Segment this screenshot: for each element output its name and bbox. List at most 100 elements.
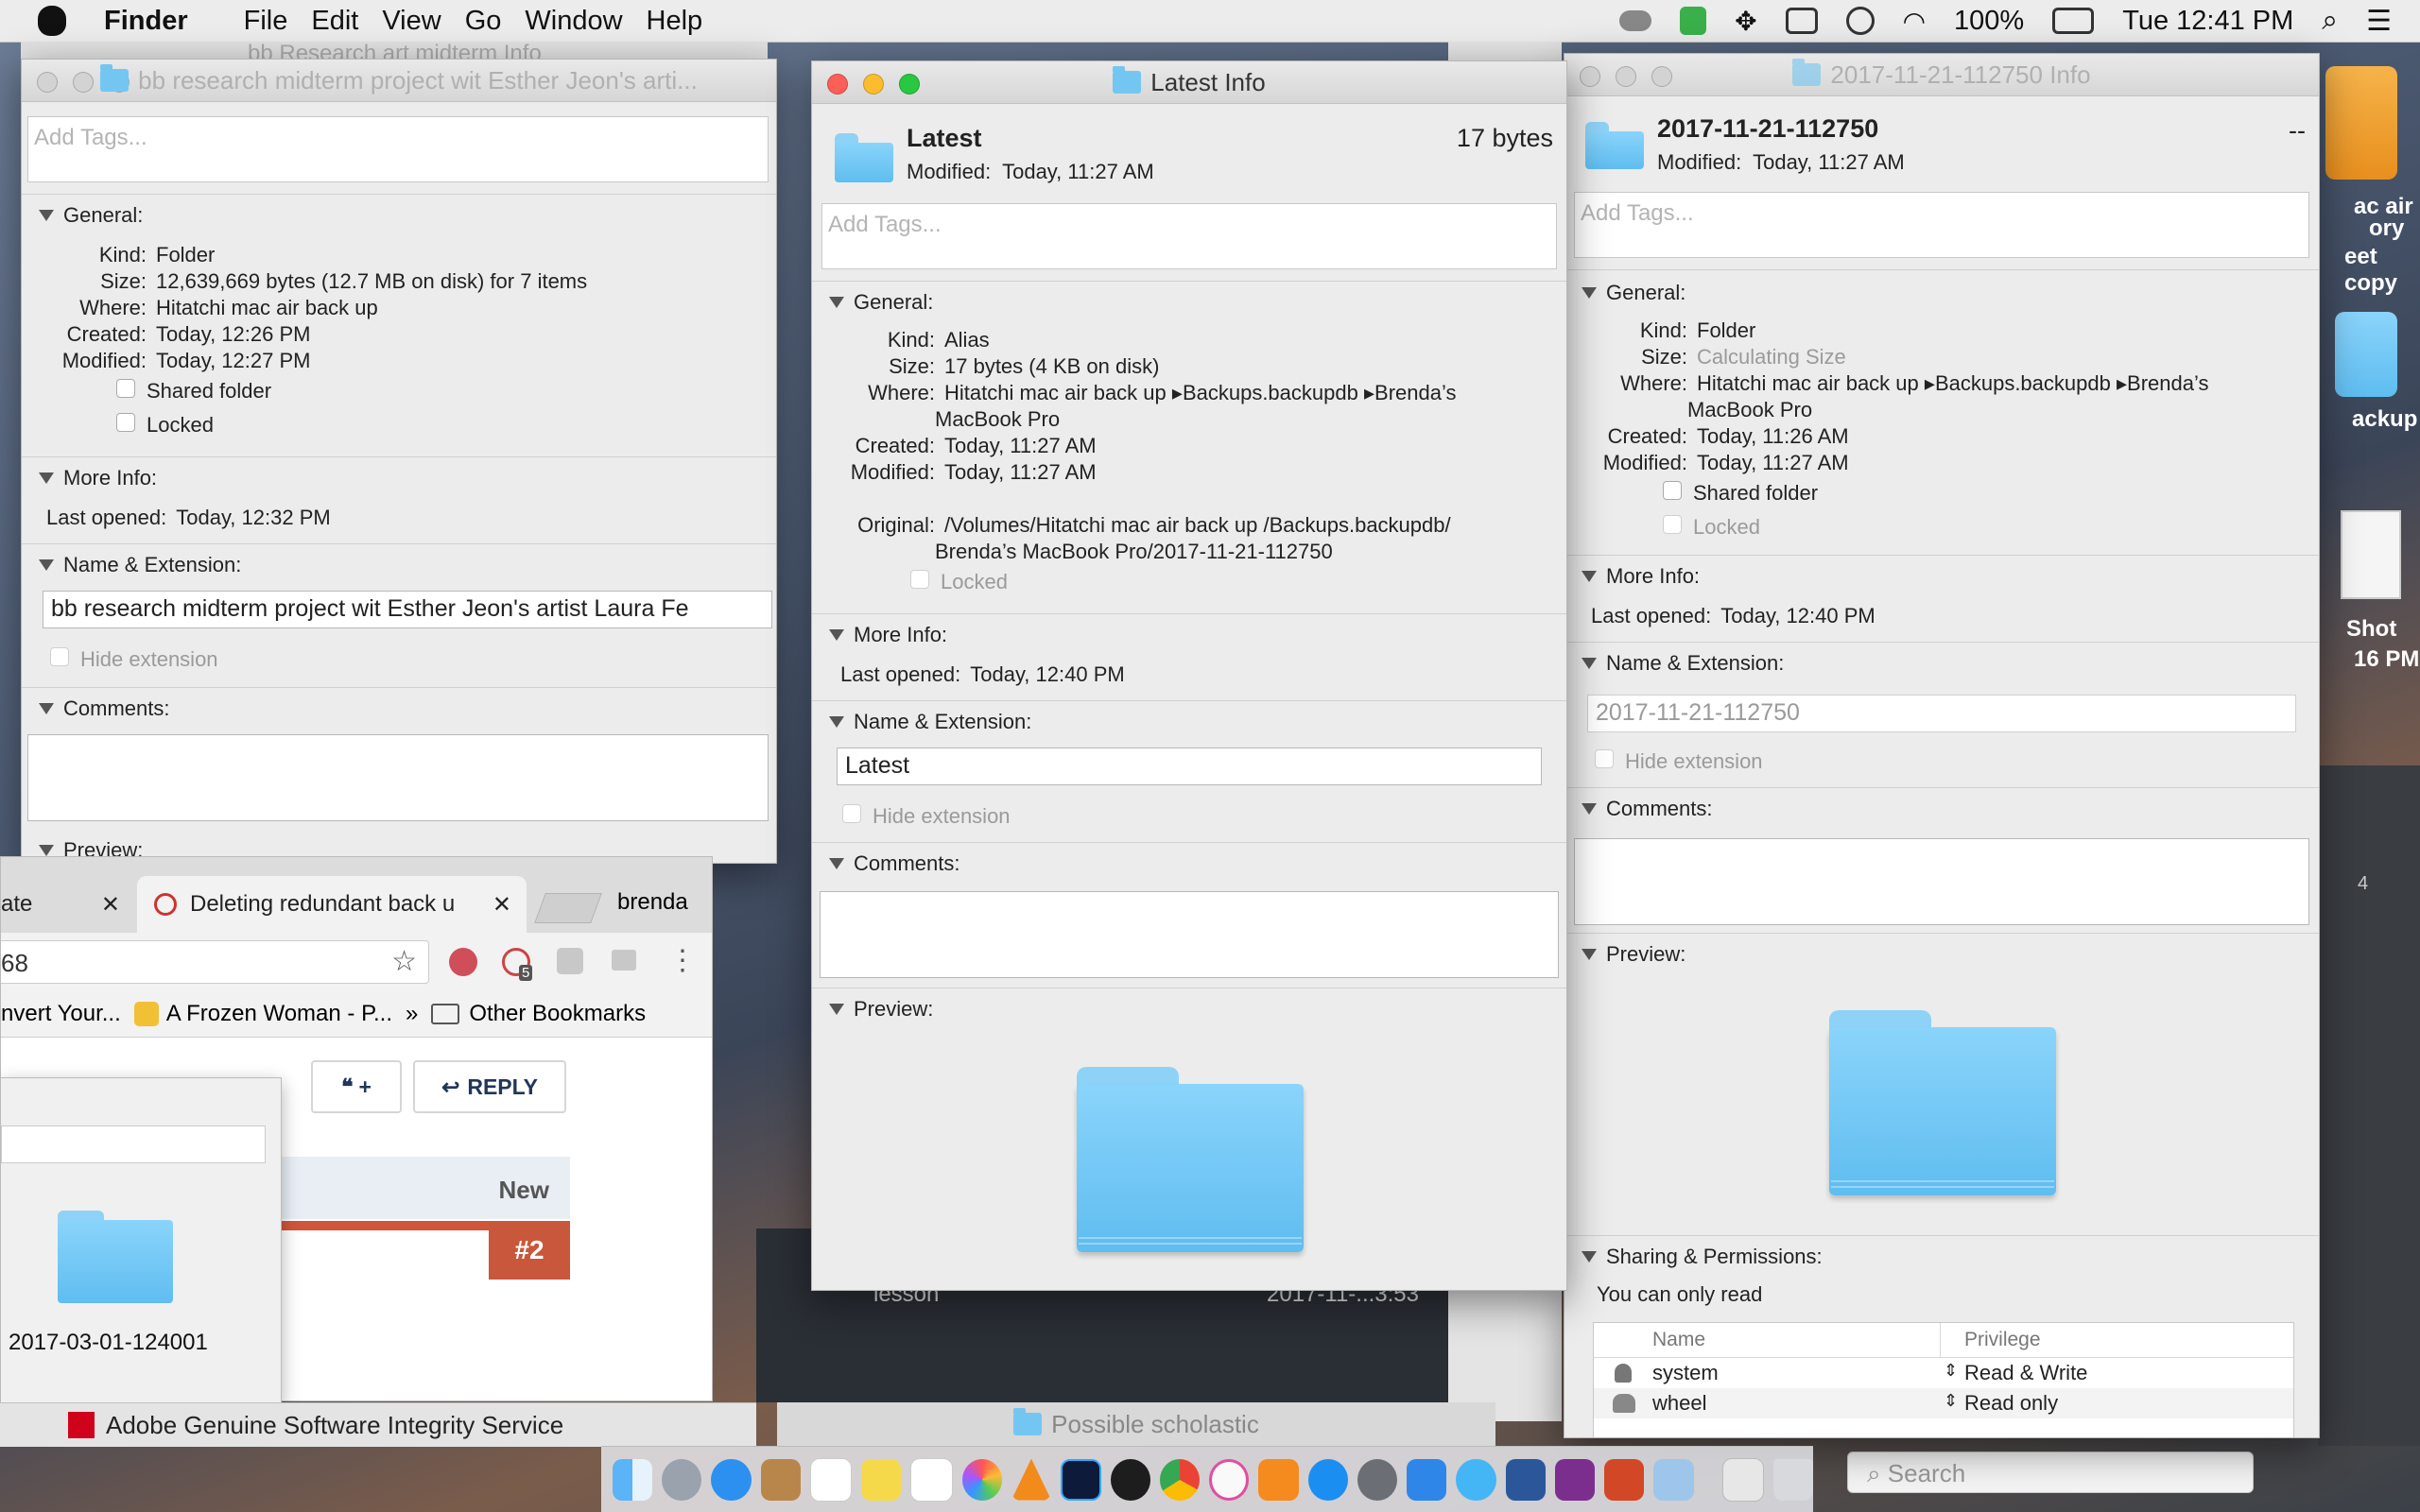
- comments-field[interactable]: [1574, 838, 2309, 925]
- comments-field[interactable]: [820, 891, 1559, 978]
- chrome-icon[interactable]: [1159, 1458, 1200, 1501]
- keynote-icon[interactable]: [1407, 1458, 1447, 1501]
- dropbox-icon[interactable]: ✥: [1735, 6, 1756, 37]
- quicktime-icon[interactable]: [1110, 1458, 1150, 1501]
- path-segment[interactable]: MacBook Pro: [935, 407, 1060, 432]
- name-field[interactable]: Latest: [837, 747, 1542, 785]
- bookmark-item[interactable]: nvert Your...: [1, 1001, 121, 1027]
- folder-item-label[interactable]: 2017-03-01-124001: [9, 1330, 208, 1356]
- spotlight-search-icon[interactable]: ⌕: [2322, 5, 2338, 37]
- launchpad-icon[interactable]: [662, 1458, 702, 1501]
- battery-icon[interactable]: [2052, 8, 2095, 34]
- finder-icon[interactable]: [613, 1458, 653, 1501]
- new-tab-button[interactable]: [534, 893, 602, 923]
- folder-icon[interactable]: [58, 1211, 173, 1303]
- disclosure-triangle-icon[interactable]: [829, 629, 844, 641]
- disclosure-triangle-icon[interactable]: [829, 297, 844, 308]
- menu-go[interactable]: Go: [465, 6, 526, 37]
- powerpoint-icon[interactable]: [1604, 1458, 1645, 1501]
- apple-menu-icon[interactable]: [38, 6, 66, 36]
- comments-section-toggle[interactable]: Comments:: [1582, 797, 1712, 821]
- shared-folder-checkbox[interactable]: Shared folder: [116, 379, 271, 404]
- preview-app-icon[interactable]: [1653, 1458, 1694, 1501]
- disclosure-triangle-icon[interactable]: [39, 472, 54, 484]
- clock[interactable]: Tue 12:41 PM: [2122, 6, 2293, 37]
- reminders-icon[interactable]: [910, 1457, 953, 1502]
- path-segment[interactable]: Brenda’s: [1374, 381, 1456, 404]
- disclosure-triangle-icon[interactable]: [829, 858, 844, 869]
- extension-icon[interactable]: [612, 950, 636, 971]
- path-segment[interactable]: Hitatchi mac air back up: [944, 381, 1167, 404]
- trash-icon[interactable]: [1772, 1458, 1814, 1501]
- bookmark-item[interactable]: A Frozen Woman - P...: [166, 1001, 392, 1027]
- disclosure-triangle-icon[interactable]: [829, 1004, 844, 1015]
- browser-tab-active[interactable]: Deleting redundant back u ✕: [137, 876, 527, 933]
- name-field[interactable]: bb research midterm project wit Esther J…: [43, 591, 772, 628]
- checkbox[interactable]: [1663, 481, 1682, 500]
- evernote-icon[interactable]: [1680, 7, 1707, 35]
- quote-button[interactable]: ❝ +: [311, 1060, 402, 1113]
- close-button[interactable]: [827, 74, 848, 94]
- onenote-icon[interactable]: [1554, 1458, 1596, 1501]
- disclosure-triangle-icon[interactable]: [39, 703, 54, 714]
- close-button[interactable]: [1580, 66, 1600, 87]
- checkbox[interactable]: [50, 647, 69, 666]
- path-segment[interactable]: Backups.backupdb: [1935, 371, 2111, 395]
- path-segment[interactable]: Brenda’s: [2127, 371, 2208, 395]
- minimize-button[interactable]: [863, 74, 884, 94]
- window-titlebar[interactable]: Latest Info: [812, 61, 1566, 104]
- photos-icon[interactable]: [961, 1458, 1002, 1501]
- tags-field[interactable]: Add Tags...: [1574, 192, 2309, 258]
- hide-extension-checkbox[interactable]: Hide extension: [842, 804, 1011, 829]
- profile-name[interactable]: brenda: [617, 889, 688, 916]
- minimize-button[interactable]: [1616, 66, 1636, 87]
- column-header-privilege[interactable]: Privilege: [1964, 1329, 2041, 1351]
- menu-app-finder[interactable]: Finder: [104, 6, 212, 37]
- calendar-icon[interactable]: [809, 1457, 853, 1502]
- disclosure-triangle-icon[interactable]: [1582, 949, 1597, 960]
- hide-extension-checkbox[interactable]: Hide extension: [1595, 749, 1763, 774]
- photoshop-icon[interactable]: [1061, 1458, 1101, 1501]
- path-segment[interactable]: MacBook Pro: [1687, 398, 1812, 422]
- bookmark-star-icon[interactable]: ☆: [391, 945, 417, 978]
- checkbox[interactable]: [1595, 749, 1614, 768]
- disclosure-triangle-icon[interactable]: [1582, 1251, 1597, 1263]
- tags-field[interactable]: Add Tags...: [821, 203, 1557, 269]
- reply-button[interactable]: ↩ REPLY: [413, 1060, 566, 1113]
- close-button[interactable]: [37, 72, 58, 93]
- disclosure-triangle-icon[interactable]: [39, 210, 54, 221]
- notification-center-icon[interactable]: ☰: [2366, 5, 2392, 38]
- notes-icon[interactable]: [861, 1458, 902, 1501]
- zoom-button[interactable]: [1651, 66, 1672, 87]
- general-section-toggle[interactable]: General:: [39, 203, 143, 228]
- browser-tab[interactable]: ate ✕: [1, 876, 131, 933]
- privilege-stepper-icon[interactable]: ⇕: [1944, 1391, 1958, 1411]
- table-row[interactable]: wheel ⇕ Read only: [1594, 1388, 2293, 1418]
- time-machine-icon[interactable]: [1845, 7, 1875, 35]
- wifi-icon[interactable]: ◠: [1903, 6, 1926, 37]
- window-titlebar[interactable]: 2017-11-21-112750 Info: [1564, 54, 2319, 96]
- ibooks-icon[interactable]: [1258, 1458, 1299, 1501]
- backup-drive-icon[interactable]: [2335, 312, 2397, 397]
- cloud-icon[interactable]: [1619, 10, 1652, 31]
- tab-close-icon[interactable]: ✕: [101, 891, 120, 919]
- checkbox[interactable]: [116, 379, 135, 398]
- background-search-field[interactable]: ⌕ Search: [1847, 1452, 2254, 1493]
- disclosure-triangle-icon[interactable]: [1582, 658, 1597, 669]
- shared-folder-checkbox[interactable]: Shared folder: [1663, 481, 1818, 506]
- menu-help[interactable]: Help: [647, 6, 727, 37]
- messages-icon[interactable]: [1456, 1458, 1496, 1501]
- tab-close-icon[interactable]: ✕: [493, 891, 511, 919]
- preview-section-toggle[interactable]: Preview:: [829, 997, 933, 1022]
- preview-section-toggle[interactable]: Preview:: [1582, 942, 1685, 967]
- general-section-toggle[interactable]: General:: [829, 290, 933, 315]
- disclosure-triangle-icon[interactable]: [1582, 571, 1597, 582]
- locked-checkbox[interactable]: Locked: [116, 413, 214, 438]
- path-segment[interactable]: Backups.backupdb: [1183, 381, 1358, 404]
- permission-privilege[interactable]: Read & Write: [1964, 1361, 2087, 1385]
- system-preferences-icon[interactable]: [1357, 1458, 1398, 1501]
- other-bookmarks-folder[interactable]: Other Bookmarks: [469, 1001, 646, 1027]
- more-info-section-toggle[interactable]: More Info:: [1582, 564, 1700, 589]
- app-store-icon[interactable]: [1307, 1458, 1348, 1501]
- minimize-button[interactable]: [73, 72, 94, 93]
